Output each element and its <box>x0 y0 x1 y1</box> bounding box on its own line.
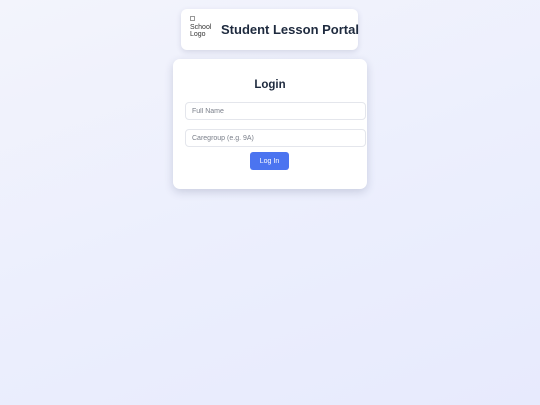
school-logo-alt-line1: School <box>190 23 212 31</box>
page: { "header": { "logo_alt": "School Logo",… <box>0 0 540 405</box>
school-logo-alt-line2: Logo <box>190 31 206 38</box>
login-button[interactable]: Log In <box>250 152 289 170</box>
portal-header: School Logo Student Lesson Portal <box>181 9 359 50</box>
broken-image-icon <box>190 16 195 21</box>
app-title: Student Lesson Portal <box>221 22 359 37</box>
login-title: Login <box>254 79 286 91</box>
login-card: Login Log In <box>173 59 367 189</box>
school-logo-image: School Logo <box>190 16 214 42</box>
caregroup-input[interactable] <box>185 129 366 147</box>
full-name-input[interactable] <box>185 102 366 120</box>
